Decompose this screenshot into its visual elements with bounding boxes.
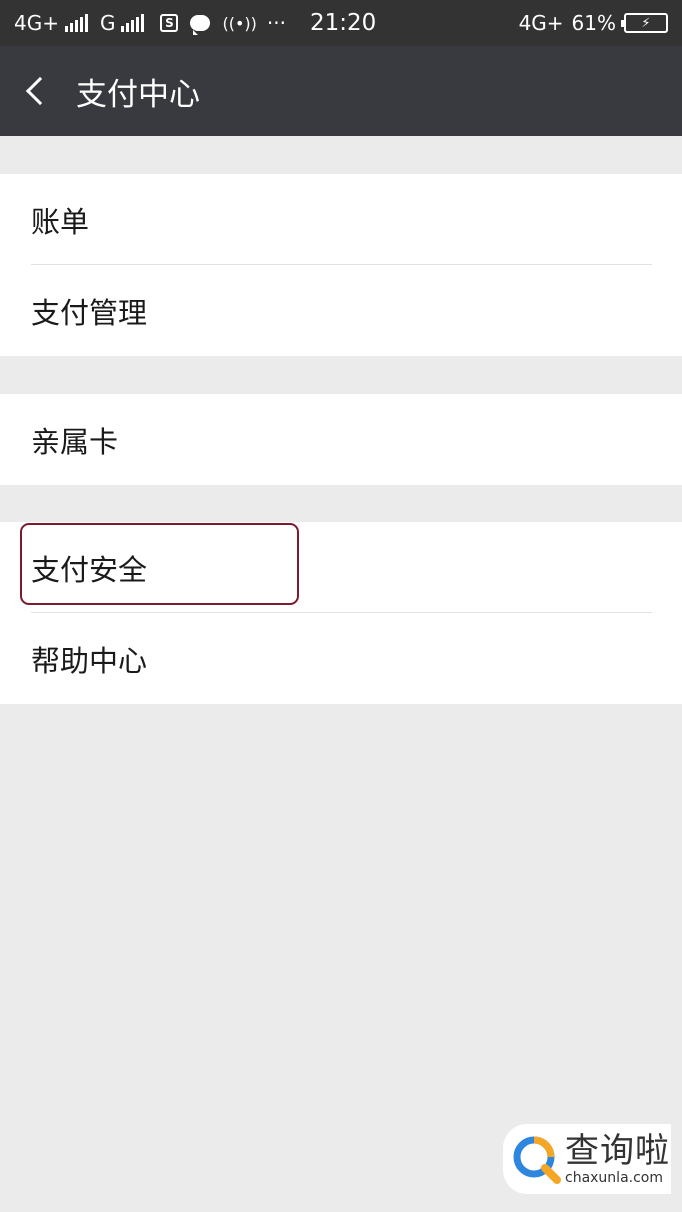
watermark-logo: 查询啦 chaxunla.com bbox=[503, 1124, 671, 1194]
menu-item-label: 账单 bbox=[31, 204, 90, 239]
menu-item-label: 亲属卡 bbox=[31, 424, 119, 459]
menu-item-label: 支付管理 bbox=[31, 295, 148, 330]
status-bar: 4G+ G S ((•)) ··· 21:20 4G+ 61% ⚡ bbox=[0, 0, 682, 46]
back-button[interactable] bbox=[0, 46, 72, 136]
battery-icon: ⚡ bbox=[621, 13, 668, 33]
network-type-label: 4G+ bbox=[14, 11, 59, 35]
back-chevron-icon bbox=[25, 76, 55, 106]
app-s-icon: S bbox=[160, 14, 179, 32]
battery-percent: 61% bbox=[571, 11, 616, 35]
network-type-label-2: G bbox=[99, 11, 116, 35]
menu-item-payment-management[interactable]: 支付管理 bbox=[0, 265, 682, 356]
menu-item-family-card[interactable]: 亲属卡 bbox=[0, 394, 682, 485]
hotspot-icon: ((•)) bbox=[222, 13, 257, 33]
watermark-url: chaxunla.com bbox=[565, 1170, 663, 1186]
network-type-right-label: 4G+ bbox=[518, 11, 564, 35]
signal-bars-icon bbox=[121, 14, 145, 32]
page-title: 支付中心 bbox=[76, 76, 200, 113]
menu-item-label: 帮助中心 bbox=[31, 643, 148, 678]
search-magnifier-logo-icon bbox=[513, 1136, 561, 1184]
chat-bubble-icon bbox=[190, 15, 211, 35]
menu-item-label: 支付安全 bbox=[31, 552, 148, 587]
nav-bar: 支付中心 bbox=[0, 46, 682, 136]
watermark-title: 查询啦 bbox=[565, 1131, 670, 1171]
clock: 21:20 bbox=[310, 10, 377, 36]
menu-group-2: 亲属卡 bbox=[0, 394, 682, 485]
menu-item-help-center[interactable]: 帮助中心 bbox=[0, 613, 682, 704]
signal-bars-icon bbox=[64, 14, 88, 32]
menu-group-1: 账单 支付管理 bbox=[0, 174, 682, 356]
more-notifications-label: ··· bbox=[266, 11, 286, 35]
menu-group-3: 支付安全 帮助中心 bbox=[0, 522, 682, 704]
menu-item-bill[interactable]: 账单 bbox=[0, 174, 682, 265]
menu-item-payment-security[interactable]: 支付安全 bbox=[0, 522, 682, 613]
